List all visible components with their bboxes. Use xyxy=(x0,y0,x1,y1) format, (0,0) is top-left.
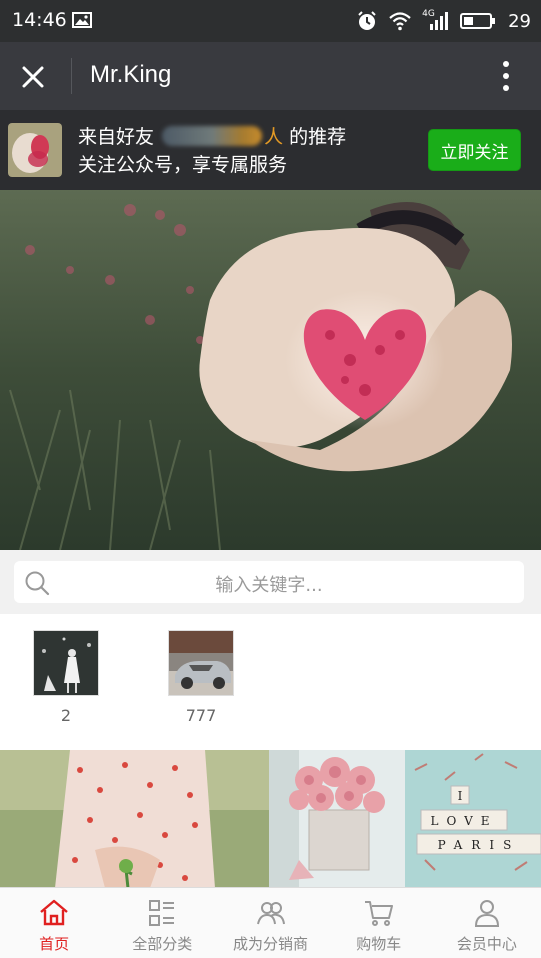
more-menu-icon[interactable] xyxy=(501,58,511,94)
category-thumbnail xyxy=(33,630,99,696)
follow-subtitle: 关注公众号，享专属服务 xyxy=(78,154,288,176)
nav-label: 首页 xyxy=(39,935,70,953)
friend-avatar xyxy=(8,123,62,177)
signal-icon xyxy=(430,12,449,30)
tile-letter-line2: LOVE xyxy=(430,814,497,828)
wifi-icon xyxy=(389,12,411,31)
title-divider xyxy=(71,58,72,94)
search-placeholder: 输入关键字... xyxy=(215,575,323,596)
hero-banner-image[interactable] xyxy=(0,190,541,550)
battery-icon xyxy=(460,13,496,29)
category-item[interactable]: 2 xyxy=(32,630,100,725)
recommend-prefix: 来自好友 xyxy=(78,126,155,148)
nav-label: 购物车 xyxy=(356,935,402,953)
product-tile[interactable] xyxy=(269,750,405,888)
nav-member[interactable]: 会员中心 xyxy=(433,888,541,958)
network-signal: 4G xyxy=(422,9,450,31)
tile-letter-line3: PARIS xyxy=(438,838,521,852)
follow-button[interactable]: 立即关注 xyxy=(428,129,521,171)
category-thumbnail xyxy=(168,630,234,696)
nav-home[interactable]: 首页 xyxy=(0,888,108,958)
nav-cart[interactable]: 购物车 xyxy=(325,888,433,958)
tile-letter-line1: I xyxy=(458,789,463,803)
search-area: 输入关键字... xyxy=(0,550,541,614)
home-icon xyxy=(40,899,68,926)
search-input[interactable]: 输入关键字... xyxy=(14,561,524,603)
category-label: 777 xyxy=(185,706,217,725)
page-title: Mr.King xyxy=(90,61,172,88)
product-strip: I LOVE PARIS xyxy=(0,750,541,888)
cart-icon xyxy=(364,901,393,926)
category-icon xyxy=(149,900,175,926)
category-item[interactable]: 777 xyxy=(167,630,235,725)
nav-label: 会员中心 xyxy=(456,935,517,953)
blurred-friend-name xyxy=(162,126,263,146)
status-indicators: 4G 29 xyxy=(356,9,531,32)
nav-label: 成为分销商 xyxy=(233,935,309,953)
recommend-suffix: 的推荐 xyxy=(289,126,347,148)
user-icon xyxy=(474,900,499,927)
battery-level: 29 xyxy=(508,10,531,32)
close-icon[interactable] xyxy=(16,60,50,94)
title-bar: Mr.King xyxy=(0,42,541,110)
nav-label: 全部分类 xyxy=(132,935,193,953)
product-tile[interactable]: I LOVE PARIS xyxy=(405,750,541,888)
alarm-icon xyxy=(358,11,376,30)
follow-recommend-text: 来自好友 人 的推荐 xyxy=(78,122,346,149)
nav-distributor[interactable]: 成为分销商 xyxy=(216,888,324,958)
status-time: 14:46 xyxy=(12,9,67,31)
distributor-icon xyxy=(256,902,285,925)
nav-categories[interactable]: 全部分类 xyxy=(108,888,216,958)
product-tile[interactable] xyxy=(0,750,269,888)
category-list: 2 777 xyxy=(0,614,541,750)
image-notification-icon xyxy=(72,12,92,28)
recommend-highlight: 人 xyxy=(264,126,284,148)
status-bar: 14:46 4G 29 xyxy=(0,0,541,42)
category-label: 2 xyxy=(60,706,72,725)
follow-banner: 来自好友 人 的推荐 关注公众号，享专属服务 立即关注 xyxy=(0,110,541,190)
bottom-nav: 首页 全部分类 成为分销商 购物车 会员中心 xyxy=(0,887,541,958)
